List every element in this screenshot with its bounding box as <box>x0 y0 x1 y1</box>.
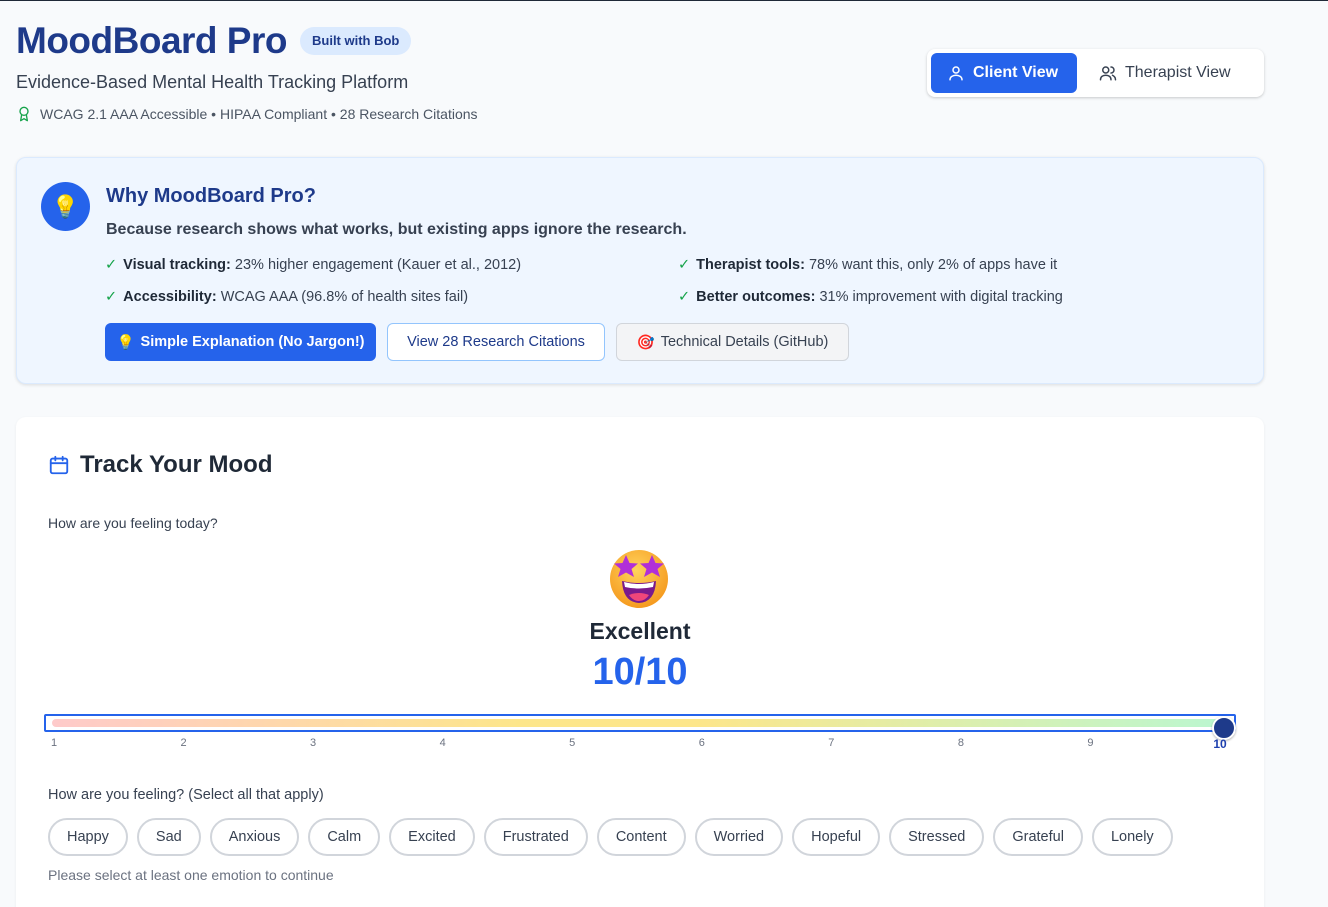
why-panel: 💡 Why MoodBoard Pro? Because research sh… <box>16 157 1264 384</box>
slider-tick-4: 4 <box>439 737 446 749</box>
fact-therapist-tools: ✓ Therapist tools: 78% want this, only 2%… <box>678 257 1057 273</box>
emotion-chip-hopeful[interactable]: Hopeful <box>792 818 881 856</box>
client-view-label: Client View <box>973 64 1059 81</box>
fact-label: Therapist tools: <box>696 257 805 273</box>
therapist-view-button[interactable]: Therapist View <box>1083 53 1247 93</box>
view-toggle: Client View Therapist View <box>927 49 1264 97</box>
users-icon <box>1099 66 1117 81</box>
emotion-chip-anxious[interactable]: Anxious <box>209 818 300 856</box>
emotion-chip-lonely[interactable]: Lonely <box>1091 818 1173 856</box>
mood-slider[interactable] <box>44 714 1236 740</box>
fact-text: WCAG AAA (96.8% of health sites fail) <box>220 289 469 305</box>
emotion-chip-worried[interactable]: Worried <box>694 818 784 856</box>
emotion-chip-grateful[interactable]: Grateful <box>993 818 1083 856</box>
why-title: Why MoodBoard Pro? <box>106 185 316 207</box>
slider-tick-5: 5 <box>569 737 576 749</box>
fact-text: 78% want this, only 2% of apps have it <box>808 257 1058 273</box>
track-title: Track Your Mood <box>80 451 273 478</box>
compliance-line: WCAG 2.1 AAA Accessible • HIPAA Complian… <box>16 106 478 122</box>
why-lead: Because research shows what works, but e… <box>106 221 687 238</box>
slider-track[interactable] <box>52 716 1236 740</box>
slider-tick-8: 8 <box>957 737 964 749</box>
slider-tick-1: 1 <box>50 737 58 749</box>
slider-tick-9: 9 <box>1087 737 1094 749</box>
mood-score: 10/10 <box>592 651 688 693</box>
slider-tick-6: 6 <box>698 737 705 749</box>
emotion-chip-content[interactable]: Content <box>596 818 686 856</box>
target-icon: 🎯 <box>636 334 655 351</box>
fact-label: Visual tracking: <box>123 257 231 273</box>
therapist-view-label: Therapist View <box>1125 64 1231 81</box>
emotion-chip-stressed[interactable]: Stressed <box>889 818 985 856</box>
app-subtitle: Evidence-Based Mental Health Tracking Pl… <box>16 72 409 92</box>
fact-better-outcomes: ✓ Better outcomes: 31% improvement with d… <box>678 289 1063 305</box>
star-struck-emoji <box>610 550 668 608</box>
emotion-hint: Please select at least one emotion to co… <box>48 867 334 883</box>
check-icon: ✓ <box>678 257 691 273</box>
award-icon <box>19 106 29 122</box>
check-icon: ✓ <box>678 289 691 305</box>
mood-question: How are you feeling today? <box>48 515 218 531</box>
fact-text: 23% higher engagement (Kauer et al., 201… <box>234 257 522 273</box>
simple-explanation-button[interactable]: 💡 Simple Explanation (No Jargon!) <box>105 323 376 361</box>
check-icon: ✓ <box>105 289 118 305</box>
fact-label: Better outcomes: <box>696 289 816 305</box>
user-icon <box>949 66 963 81</box>
fact-text: 31% improvement with digital tracking <box>819 289 1063 305</box>
client-view-button[interactable]: Client View <box>931 53 1077 93</box>
compliance-text: WCAG 2.1 AAA Accessible • HIPAA Complian… <box>40 106 478 122</box>
app-title: MoodBoard Pro <box>16 20 287 61</box>
emotion-chip-sad[interactable]: Sad <box>136 818 201 856</box>
fact-accessibility: ✓ Accessibility: WCAG AAA (96.8% of healt… <box>105 289 468 305</box>
track-header: Track Your Mood <box>48 451 272 479</box>
emotion-chip-calm[interactable]: Calm <box>308 818 381 856</box>
slider-tick-7: 7 <box>828 737 835 749</box>
fact-visual-tracking: ✓ Visual tracking: 23% higher engagement … <box>105 257 521 273</box>
top-border <box>0 0 1328 1</box>
lightbulb-icon: 💡 <box>116 334 135 351</box>
slider-ticks: 1 2 3 4 5 6 7 8 9 10 <box>50 737 1227 751</box>
slider-tick-3: 3 <box>310 737 317 749</box>
emotion-chip-excited[interactable]: Excited <box>389 818 475 856</box>
fact-label: Accessibility: <box>123 289 217 305</box>
emotions-question: How are you feeling? (Select all that ap… <box>48 787 324 803</box>
built-with-badge: Built with Bob <box>300 27 412 55</box>
technical-details-label: Technical Details (GitHub) <box>660 334 829 350</box>
calendar-icon <box>49 455 69 475</box>
emotion-chip-frustrated[interactable]: Frustrated <box>483 818 588 856</box>
slider-tick-2: 2 <box>180 737 187 749</box>
view-citations-label: View 28 Research Citations <box>407 334 585 350</box>
simple-explanation-label: Simple Explanation (No Jargon!) <box>140 334 365 350</box>
technical-details-button[interactable]: 🎯 Technical Details (GitHub) <box>616 323 849 361</box>
lightbulb-icon: 💡 <box>41 182 90 231</box>
track-mood-card: Track Your Mood How are you feeling toda… <box>16 417 1264 907</box>
slider-tick-10: 10 <box>1213 737 1227 751</box>
emotion-chips: Happy Sad Anxious Calm Excited Frustrated Cont… <box>48 818 1173 856</box>
view-citations-button[interactable]: View 28 Research Citations <box>387 323 605 361</box>
emotion-chip-happy[interactable]: Happy <box>48 818 128 856</box>
check-icon: ✓ <box>105 257 118 273</box>
mood-label: Excellent <box>589 618 691 644</box>
